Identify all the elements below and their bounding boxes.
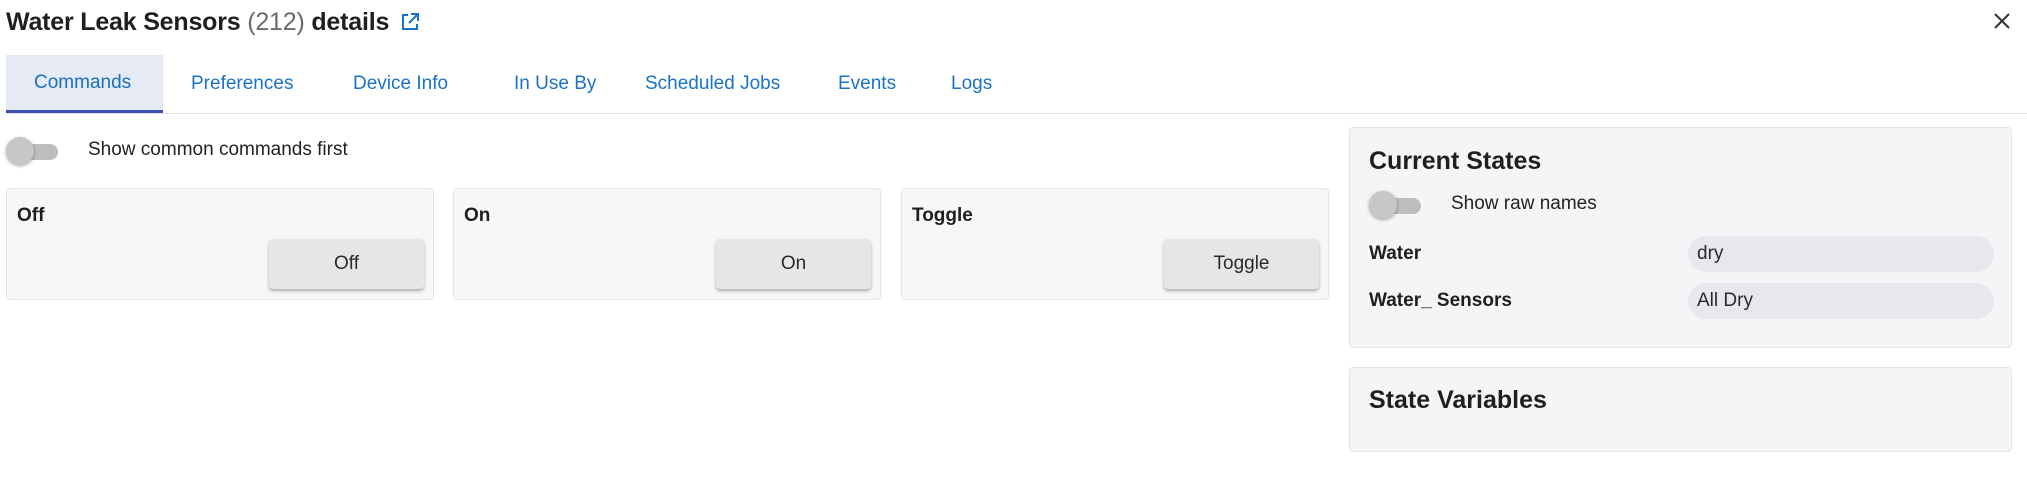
tab-in-use-by[interactable]: In Use By [506, 55, 642, 113]
tab-bar: Commands Preferences Device Info In Use … [6, 55, 1036, 113]
state-value: All Dry [1688, 283, 1994, 319]
external-link-icon[interactable] [399, 11, 421, 33]
state-variables-panel: State Variables [1349, 367, 2012, 452]
off-button[interactable]: Off [269, 239, 424, 289]
show-common-commands-toggle[interactable] [6, 137, 60, 165]
show-raw-names-label: Show raw names [1451, 193, 1597, 214]
show-common-commands-label: Show common commands first [88, 139, 348, 160]
tab-scheduled-jobs[interactable]: Scheduled Jobs [642, 55, 832, 113]
state-value: dry [1688, 236, 1994, 272]
current-states-title: Current States [1369, 147, 1542, 175]
command-card-toggle: Toggle Toggle [901, 188, 1329, 300]
title-suffix: details [311, 7, 390, 36]
tab-events[interactable]: Events [832, 55, 946, 113]
command-card-off: Off Off [6, 188, 434, 300]
toggle-button[interactable]: Toggle [1164, 239, 1319, 289]
close-icon[interactable] [1987, 6, 2017, 36]
command-card-on: On On [453, 188, 881, 300]
state-name: Water_ Sensors [1369, 290, 1512, 311]
show-raw-names-row: Show raw names [1369, 190, 1597, 219]
tab-commands[interactable]: Commands [6, 55, 163, 113]
tabs-divider [6, 113, 2027, 114]
tab-device-info[interactable]: Device Info [351, 55, 506, 113]
page-title: Water Leak Sensors (212) details [6, 8, 389, 37]
command-title: Off [17, 205, 45, 226]
page-header: Water Leak Sensors (212) details [6, 4, 421, 40]
state-row-water-sensors: Water_ Sensors All Dry [1369, 283, 1994, 319]
state-name: Water [1369, 243, 1422, 264]
state-variables-title: State Variables [1369, 386, 1547, 414]
command-title: On [464, 205, 491, 226]
show-raw-names-toggle[interactable] [1369, 191, 1423, 219]
device-name: Water Leak Sensors [6, 7, 241, 36]
command-title: Toggle [912, 205, 973, 226]
current-states-panel: Current States Show raw names Water dry … [1349, 127, 2012, 348]
tab-logs[interactable]: Logs [946, 55, 1036, 113]
device-id: (212) [247, 7, 305, 36]
state-row-water: Water dry [1369, 236, 1994, 272]
on-button[interactable]: On [716, 239, 871, 289]
tab-preferences[interactable]: Preferences [163, 55, 351, 113]
show-common-commands-row: Show common commands first [6, 136, 348, 165]
